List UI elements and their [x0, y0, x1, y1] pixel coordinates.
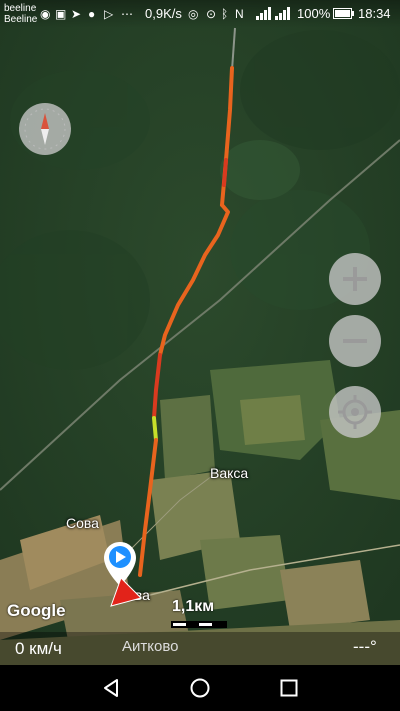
zoom-in-button[interactable] — [329, 253, 381, 305]
place-label-aitkovo: Аитково — [122, 638, 179, 655]
crosshair-icon — [338, 395, 372, 429]
minus-icon — [343, 339, 367, 343]
back-icon[interactable] — [101, 678, 121, 698]
signal-icon — [256, 7, 290, 20]
network-speed: 0,9K/s — [145, 6, 182, 21]
hotspot-icon: ◎ — [188, 7, 199, 21]
compass-icon — [24, 108, 66, 150]
status-bar: beeline Beeline ◉ ▣ ➤ ● ▷ ⋯ 0,9K/s ◎ ⊙ ᛒ… — [0, 0, 400, 28]
scale-label: 1,1км — [172, 598, 215, 615]
chat-icon: ● — [88, 7, 96, 21]
place-label-sova: Сова — [66, 515, 99, 531]
scale-bar — [171, 621, 227, 628]
telegram-icon: ➤ — [71, 7, 82, 21]
vk-icon: ▣ — [55, 7, 67, 21]
battery-percent: 100% — [297, 6, 331, 21]
clock: 18:34 — [358, 6, 391, 21]
carrier-1: beeline — [4, 3, 37, 14]
navigation-bar — [0, 665, 400, 711]
battery-icon — [333, 8, 354, 19]
more-icon: ⋯ — [121, 7, 133, 21]
plus-icon — [343, 267, 367, 291]
position-arrow-icon — [110, 577, 142, 607]
heading-readout: ---° — [353, 637, 377, 656]
nfc-icon: N — [235, 7, 244, 21]
carrier-2: Beeline — [4, 14, 38, 25]
home-icon[interactable] — [189, 677, 211, 699]
google-logo: Google — [7, 601, 66, 620]
location-icon: ⊙ — [206, 7, 217, 21]
my-location-button[interactable] — [329, 386, 381, 438]
bluetooth-icon: ᛒ — [221, 7, 229, 21]
compass-button[interactable] — [19, 103, 71, 155]
send-icon: ▷ — [104, 7, 114, 21]
zoom-out-button[interactable] — [329, 315, 381, 367]
speed-readout: 0 км/ч — [15, 639, 62, 658]
info-bar: 0 км/ч Аитково ---° — [0, 632, 400, 665]
recents-icon[interactable] — [279, 678, 299, 698]
place-label-vaksa: Вакса — [210, 465, 249, 481]
vk-icon: ◉ — [40, 7, 51, 21]
